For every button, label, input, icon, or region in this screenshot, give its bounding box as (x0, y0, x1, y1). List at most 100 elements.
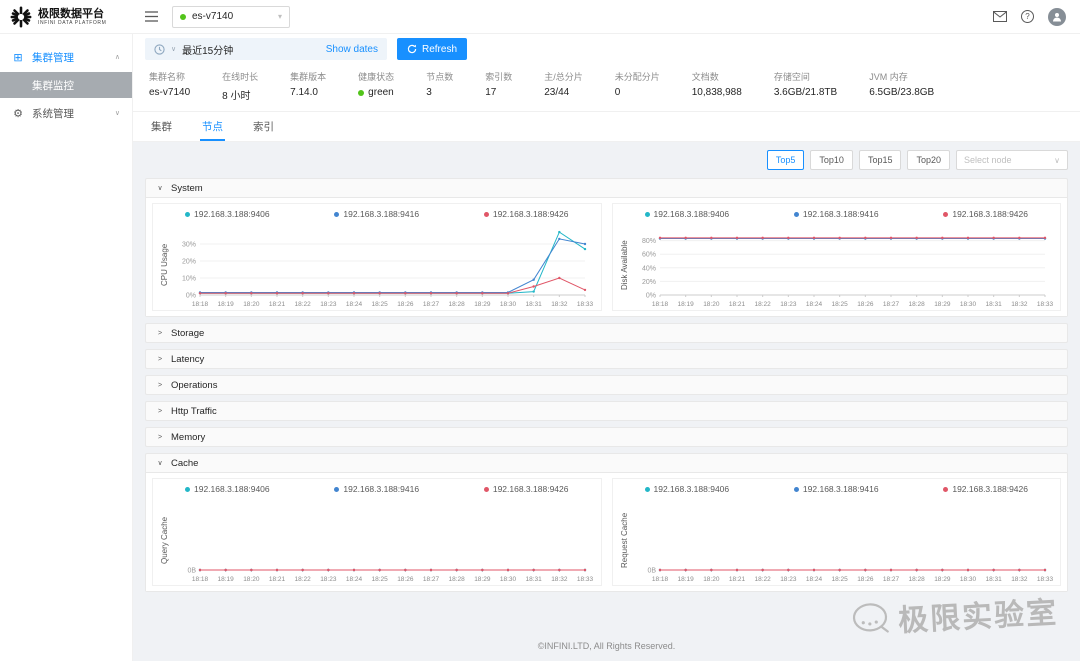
sidebar-collapse-toggle[interactable] (145, 11, 158, 22)
tab-index[interactable]: 索引 (251, 112, 276, 141)
legend-dot-icon (483, 211, 489, 217)
refresh-button[interactable]: Refresh (397, 38, 468, 60)
legend-dot-icon (644, 211, 650, 217)
svg-text:18:26: 18:26 (397, 301, 414, 308)
svg-text:18:33: 18:33 (1036, 301, 1053, 308)
legend-dot-icon (185, 486, 190, 492)
cpu-usage-chart: 0% 10% 20% 30% 18:18 18:19 18:20 18:21 18:22 18:2… (170, 221, 595, 309)
svg-text:18:26: 18:26 (857, 576, 874, 583)
legend-dot-icon (334, 486, 340, 492)
disk-available-chart: 0% 20% 40% 60% 80% 18:18 18:19 18:20 18:21 18:22 1… (630, 221, 1055, 309)
svg-text:18:33: 18:33 (577, 301, 594, 308)
sidebar-item-cluster-monitor[interactable]: 集群监控 (0, 72, 132, 98)
top10-button[interactable]: Top10 (810, 150, 853, 170)
panel-storage: > Storage (145, 323, 1068, 343)
top20-button[interactable]: Top20 (907, 150, 950, 170)
svg-text:18:18: 18:18 (192, 301, 209, 308)
cluster-selector[interactable]: es-v7140 ▾ (172, 5, 290, 28)
app-title: 极限数据平台 (38, 7, 104, 20)
view-tabs: 集群 节点 索引 (133, 112, 1080, 142)
svg-text:18:19: 18:19 (218, 576, 235, 583)
legend-item[interactable]: 192.168.3.188:9406 (185, 209, 270, 219)
cluster-stats-row: 集群名称 es-v7140 在线时长 8 小时 集群版本 7.14.0 健康状态… (133, 64, 1080, 112)
svg-text:18:31: 18:31 (526, 576, 543, 583)
svg-text:18:27: 18:27 (423, 576, 440, 583)
sidebar-group-system-management[interactable]: ⚙ 系统管理 ∨ (0, 98, 132, 128)
legend-dot-icon (943, 211, 949, 217)
panel-latency-header[interactable]: > Latency (146, 350, 1067, 368)
svg-text:18:22: 18:22 (295, 576, 312, 583)
legend-item[interactable]: 192.168.3.188:9426 (483, 484, 568, 494)
legend-item[interactable]: 192.168.3.188:9416 (334, 484, 419, 494)
panel-memory-header[interactable]: > Memory (146, 428, 1067, 446)
panel-title: Cache (171, 457, 199, 469)
tab-cluster[interactable]: 集群 (149, 112, 174, 141)
svg-text:18:28: 18:28 (449, 576, 466, 583)
infini-logo-icon (10, 6, 32, 28)
chevron-right-icon: > (157, 355, 163, 363)
panel-title: Operations (171, 379, 218, 391)
help-icon[interactable]: ? (1021, 10, 1034, 23)
legend-item[interactable]: 192.168.3.188:9416 (793, 484, 879, 494)
svg-text:0B: 0B (647, 568, 656, 575)
stat-health: 健康状态 green (358, 72, 395, 98)
disk-available-chart-card: 192.168.3.188:9406 192.168.3.188:9416 19… (611, 203, 1061, 311)
node-select[interactable]: Select node ∨ (956, 150, 1068, 170)
panel-cache-header[interactable]: ∨ Cache (146, 454, 1067, 472)
legend-dot-icon (334, 211, 340, 217)
svg-text:18:25: 18:25 (372, 576, 389, 583)
svg-text:18:30: 18:30 (500, 576, 517, 583)
stat-uptime: 在线时长 8 小时 (222, 72, 259, 102)
top15-button[interactable]: Top15 (858, 150, 902, 170)
stat-storage: 存储空间 3.6GB/21.8TB (773, 72, 838, 98)
legend-dot-icon (483, 486, 489, 492)
svg-text:18:21: 18:21 (728, 576, 745, 583)
svg-text:18:32: 18:32 (551, 301, 568, 308)
watermark-logo-icon (849, 600, 893, 638)
svg-text:18:25: 18:25 (372, 301, 389, 308)
svg-text:18:24: 18:24 (805, 576, 822, 583)
svg-text:60%: 60% (641, 252, 655, 259)
panel-operations-header[interactable]: > Operations (146, 376, 1067, 394)
panel-system-header[interactable]: ∨ System (146, 179, 1067, 197)
svg-text:20%: 20% (182, 259, 196, 266)
legend-item[interactable]: 192.168.3.188:9406 (644, 484, 729, 494)
panel-storage-header[interactable]: > Storage (146, 324, 1067, 342)
tab-node[interactable]: 节点 (200, 112, 225, 141)
messages-icon[interactable] (993, 11, 1007, 22)
stat-doc-count: 文档数 10,838,988 (691, 72, 742, 98)
clock-icon (154, 43, 165, 55)
svg-text:18:21: 18:21 (728, 301, 745, 308)
legend-item[interactable]: 192.168.3.188:9416 (334, 209, 419, 219)
svg-text:18:22: 18:22 (295, 301, 312, 308)
panel-title: Memory (171, 431, 206, 443)
legend-item[interactable]: 192.168.3.188:9426 (943, 484, 1028, 494)
sidebar-group-label: 集群管理 (32, 51, 74, 64)
svg-text:20%: 20% (641, 279, 655, 286)
legend-item[interactable]: 192.168.3.188:9416 (793, 209, 879, 219)
request-cache-chart: 0B 18:18 18:19 18:20 18:21 18:22 18:23 18:24 18:… (630, 496, 1055, 584)
legend-item[interactable]: 192.168.3.188:9426 (943, 209, 1028, 219)
legend-item[interactable]: 192.168.3.188:9406 (185, 484, 270, 494)
svg-text:18:29: 18:29 (474, 576, 491, 583)
chart-legend: 192.168.3.188:9406 192.168.3.188:9416 19… (619, 484, 1055, 494)
panel-http-traffic-header[interactable]: > Http Traffic (146, 402, 1067, 420)
cluster-icon: ⊞ (13, 51, 23, 64)
top5-button[interactable]: Top5 (766, 150, 805, 170)
menu-icon (145, 11, 158, 22)
legend-item[interactable]: 192.168.3.188:9406 (644, 209, 729, 219)
svg-text:80%: 80% (641, 238, 655, 245)
time-range-picker[interactable]: ∨ 最近15分钟 Show dates (145, 38, 387, 60)
chart-legend: 192.168.3.188:9406 192.168.3.188:9416 19… (619, 209, 1055, 219)
legend-item[interactable]: 192.168.3.188:9426 (483, 209, 568, 219)
app-header: 极限数据平台 INFINI DATA PLATFORM es-v7140 ▾ ? (0, 0, 1080, 34)
sidebar-group-cluster-management[interactable]: ⊞ 集群管理 ∧ (0, 42, 132, 72)
panel-system: ∨ System 192.168.3.188:9406 192.168.3.18… (145, 178, 1068, 317)
chevron-down-icon: ∨ (114, 110, 120, 117)
sidebar-item-label: 集群监控 (32, 79, 74, 92)
show-dates-link[interactable]: Show dates (326, 44, 378, 55)
svg-text:18:29: 18:29 (934, 576, 951, 583)
user-avatar[interactable] (1048, 7, 1066, 26)
legend-dot-icon (185, 211, 190, 217)
chevron-right-icon: > (157, 329, 163, 337)
